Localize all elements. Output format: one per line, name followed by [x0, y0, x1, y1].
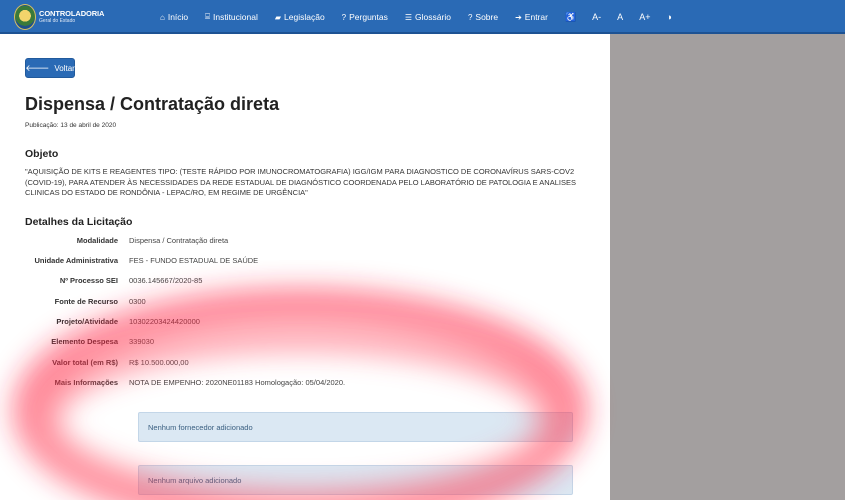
- no-suppliers-alert: Nenhum fornecedor adicionado: [138, 412, 573, 442]
- arrow-left-icon: 🡐: [25, 62, 50, 73]
- institution-icon: ⌸: [205, 12, 210, 21]
- objeto-description: "AQUISIÇÃO DE KITS E REAGENTES TIPO: (TE…: [25, 167, 576, 197]
- detail-row: Modalidade Dispensa / Contratação direta: [0, 236, 610, 248]
- detail-row: Elemento Despesa 339030: [0, 337, 610, 349]
- brand-text: CONTROLADORIA Geral do Estado: [39, 10, 104, 24]
- detail-row: Unidade Administrativa FES - FUNDO ESTADU…: [0, 256, 610, 268]
- brand-title: CONTROLADORIA: [39, 9, 105, 19]
- detail-label: Valor total (em R$): [52, 358, 118, 367]
- detail-label: Modalidade: [76, 236, 118, 245]
- nav-item-label: Sobre: [475, 12, 499, 22]
- back-button[interactable]: 🡐 Voltar: [25, 58, 75, 78]
- detail-label: Elemento Despesa: [51, 337, 118, 346]
- details-heading: Detalhes da Licitação: [25, 216, 133, 228]
- normal-font-button[interactable]: A: [617, 12, 623, 22]
- detail-label: Fonte de Recurso: [54, 297, 118, 306]
- detail-row: Projeto/Atividade 10302203424420000: [0, 317, 610, 329]
- wheelchair-icon[interactable]: ♿: [565, 12, 576, 23]
- sign-in-icon: ➔: [515, 12, 522, 22]
- detail-value: NOTA DE EMPENHO: 2020NE01183 Homologação…: [129, 378, 346, 387]
- publication-date: Publicação: 13 de abril de 2020: [25, 122, 117, 129]
- detail-row: Nº Processo SEI 0036.145667/2020-85: [0, 276, 610, 288]
- detail-label: Mais Informações: [54, 378, 118, 387]
- nav-item-inicio[interactable]: ⌂ Início: [160, 12, 188, 22]
- nav-item-label: Entrar: [524, 12, 548, 22]
- detail-label: Projeto/Atividade: [56, 317, 118, 326]
- nav-item-label: Perguntas: [349, 12, 388, 22]
- home-icon: ⌂: [160, 12, 165, 22]
- detail-value: 0036.145667/2020-85: [129, 276, 203, 285]
- detail-row: Mais Informações NOTA DE EMPENHO: 2020NE0…: [0, 378, 610, 390]
- nav-item-label: Início: [167, 12, 189, 22]
- nav-item-institucional[interactable]: ⌸ Institucional: [205, 12, 258, 22]
- nav-item-label: Institucional: [212, 12, 258, 22]
- nav-item-sobre[interactable]: ? Sobre: [468, 12, 498, 22]
- book-icon: ▰: [274, 12, 282, 22]
- detail-label: Nº Processo SEI: [59, 276, 118, 285]
- back-button-label: Voltar: [54, 63, 75, 73]
- detail-label: Unidade Administrativa: [34, 256, 119, 265]
- no-files-alert: Nenhum arquivo adicionado: [138, 465, 573, 495]
- increase-font-button[interactable]: A+: [639, 12, 650, 22]
- nav-item-legislacao[interactable]: ▰ Legislação: [275, 12, 325, 22]
- detail-row: Fonte de Recurso 0300: [0, 297, 610, 309]
- brand-logo-link[interactable]: CONTROLADORIA Geral do Estado: [14, 3, 104, 31]
- detail-value: FES - FUNDO ESTADUAL DE SAÚDE: [129, 256, 259, 265]
- nav-item-entrar[interactable]: ➔ Entrar: [515, 12, 548, 22]
- nav-item-label: Legislação: [284, 12, 325, 22]
- gray-side-panel: [610, 34, 845, 500]
- detail-value: 10302203424420000: [129, 317, 200, 326]
- objeto-heading: Objeto: [25, 148, 59, 160]
- nav-menu: ⌂ Início ⌸ Institucional ▰ Legislação ? Perg…: [160, 0, 688, 34]
- page-title: Dispensa / Contratação direta: [25, 94, 280, 114]
- decrease-font-button[interactable]: A-: [592, 12, 601, 22]
- detail-row: Valor total (em R$) R$ 10.500.000,00: [0, 358, 610, 370]
- question-icon: ?: [341, 12, 347, 22]
- main-content: 🡐 Voltar Dispensa / Contratação direta P…: [0, 34, 610, 500]
- list-icon: ☰: [404, 12, 413, 22]
- top-navbar: CONTROLADORIA Geral do Estado ⌂ Início ⌸ I…: [0, 0, 845, 34]
- nav-item-perguntas[interactable]: ? Perguntas: [342, 12, 388, 22]
- detail-value: 0300: [129, 297, 146, 306]
- state-seal-logo: [14, 4, 36, 30]
- detail-value: Dispensa / Contratação direta: [129, 236, 229, 245]
- detail-value: 339030: [129, 337, 155, 346]
- nav-item-glossario[interactable]: ☰ Glossário: [405, 12, 451, 22]
- nav-item-label: Glossário: [415, 12, 451, 22]
- brand-subtitle: Geral do Estado: [39, 17, 76, 24]
- contrast-icon[interactable]: ◑: [666, 12, 671, 22]
- detail-value: R$ 10.500.000,00: [129, 358, 189, 367]
- question-icon: ?: [467, 12, 473, 22]
